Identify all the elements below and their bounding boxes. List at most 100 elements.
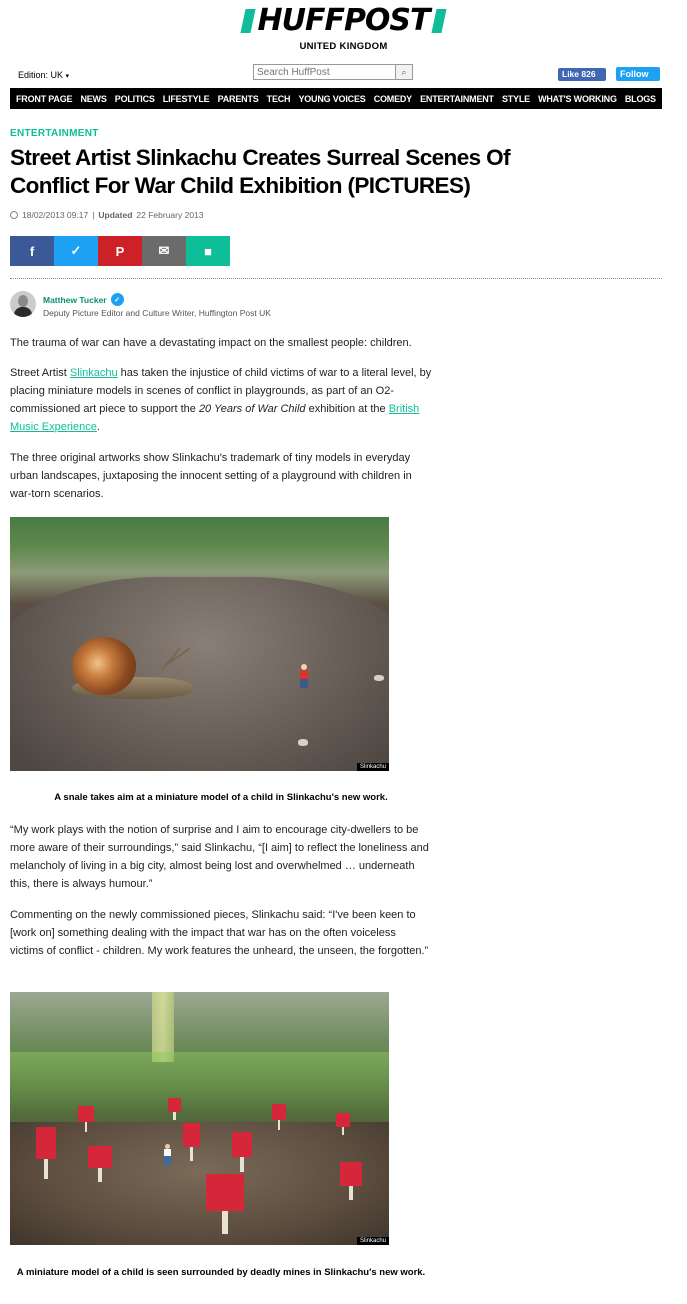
sign-board <box>36 1127 56 1160</box>
sign-stick <box>240 1156 244 1172</box>
sign-stick <box>173 1111 176 1120</box>
mine-sign <box>36 1127 56 1179</box>
author-role: Deputy Picture Editor and Culture Writer… <box>43 308 271 318</box>
pinterest-icon: P <box>115 243 125 259</box>
email-share-button[interactable]: ✉ <box>142 236 186 266</box>
caret-down-icon: ▾ <box>65 73 70 80</box>
paragraph-artist: Street Artist Slinkachu has taken the in… <box>10 364 432 436</box>
edition-subtitle: UNITED KINGDOM <box>299 41 388 52</box>
sign-board <box>88 1146 112 1169</box>
paragraph-text: Street Artist <box>10 367 70 379</box>
updated-label: Updated <box>98 210 133 220</box>
divider <box>10 278 662 279</box>
avatar-face <box>18 295 28 307</box>
nav-item-entertainment[interactable]: ENTERTAINMENT <box>420 94 494 104</box>
photo-snail[interactable]: Slinkachu <box>10 517 389 771</box>
mine-sign <box>168 1098 181 1120</box>
author-name-row: Matthew Tucker ✓ <box>43 293 271 306</box>
author-name[interactable]: Matthew Tucker <box>43 295 107 305</box>
twitter-icon[interactable]: ✓ <box>110 293 124 306</box>
paragraph-artworks: The three original artworks show Slinkac… <box>10 452 412 500</box>
nav-item-politics[interactable]: POLITICS <box>115 94 155 104</box>
article-category[interactable]: ENTERTAINMENT <box>10 128 99 139</box>
mine-sign <box>232 1132 252 1172</box>
nav-item-style[interactable]: STYLE <box>502 94 530 104</box>
figure-torso <box>300 670 308 679</box>
sign-board <box>336 1113 350 1127</box>
nav-item-tech[interactable]: TECH <box>267 94 291 104</box>
share-bar: f ✓ P ✉ ■ <box>10 236 230 266</box>
sign-board <box>340 1162 362 1186</box>
updated-date: 22 February 2013 <box>136 210 204 220</box>
nav-item-news[interactable]: NEWS <box>80 94 106 104</box>
paragraph-text: . <box>96 421 100 433</box>
nav-item-blogs[interactable]: BLOGS <box>625 94 656 104</box>
main-nav: FRONT PAGE NEWS POLITICS LIFESTYLE PAREN… <box>10 88 662 109</box>
photo-caption: A miniature model of a child is seen sur… <box>16 1267 426 1278</box>
twitter-icon: ✓ <box>70 243 82 258</box>
sign-stick <box>189 1146 194 1161</box>
search-input[interactable] <box>254 65 395 79</box>
sign-board <box>232 1132 252 1157</box>
sign-stick <box>277 1120 281 1130</box>
comment-icon: ■ <box>204 243 212 259</box>
twitter-follow-button[interactable]: Follow <box>616 67 660 81</box>
sign-board <box>272 1104 286 1121</box>
avatar-body <box>14 307 32 317</box>
mine-sign <box>88 1146 112 1182</box>
twitter-share-button[interactable]: ✓ <box>54 236 98 266</box>
snail-shell <box>72 637 136 695</box>
paragraph-comment: Commenting on the newly commissioned pie… <box>10 909 429 957</box>
mine-sign <box>340 1162 362 1200</box>
comment-button[interactable]: ■ <box>186 236 230 266</box>
edition-selector[interactable]: Edition: UK ▾ <box>18 70 69 80</box>
sign-stick <box>341 1126 345 1135</box>
nav-item-comedy[interactable]: COMEDY <box>374 94 413 104</box>
pebble <box>298 739 308 746</box>
photo-credit: Slinkachu <box>356 1237 389 1245</box>
sign-board <box>78 1106 94 1123</box>
link-slinkachu[interactable]: Slinkachu <box>70 367 118 379</box>
huffpost-logo[interactable]: HUFFPOST <box>240 6 447 36</box>
search-box[interactable]: ⌕ <box>253 64 413 80</box>
nav-item-lifestyle[interactable]: LIFESTYLE <box>163 94 210 104</box>
nav-item-parents[interactable]: PARENTS <box>218 94 259 104</box>
date-separator: | <box>92 210 95 220</box>
miniature-child-figure <box>299 664 309 688</box>
photo-ground <box>10 577 389 771</box>
miniature-child-figure <box>163 1144 171 1166</box>
author-meta: Matthew Tucker ✓ Deputy Picture Editor a… <box>43 291 271 318</box>
article-dates: 18/02/2013 09:17 | Updated 22 February 2… <box>10 210 204 220</box>
published-date: 18/02/2013 09:17 <box>22 210 89 220</box>
nav-item-young-voices[interactable]: YOUNG VOICES <box>298 94 365 104</box>
clock-icon <box>10 211 18 219</box>
photo-mines[interactable]: Slinkachu <box>10 992 389 1245</box>
facebook-icon: f <box>29 243 35 259</box>
pebble <box>374 675 384 681</box>
paragraph-text: exhibition at the <box>305 403 389 415</box>
nav-item-front-page[interactable]: FRONT PAGE <box>16 94 73 104</box>
email-icon: ✉ <box>158 243 170 258</box>
pinterest-share-button[interactable]: P <box>98 236 142 266</box>
facebook-share-button[interactable]: f <box>10 236 54 266</box>
exhibition-title: 20 Years of War Child <box>198 403 306 415</box>
figure-legs <box>163 1156 171 1165</box>
photo-grass <box>10 1052 389 1112</box>
author-byline: Matthew Tucker ✓ Deputy Picture Editor a… <box>10 291 271 318</box>
paragraph-quote: “My work plays with the notion of surpri… <box>10 824 429 890</box>
mine-sign <box>206 1174 244 1234</box>
nav-item-whats-working[interactable]: WHAT'S WORKING <box>538 94 617 104</box>
site-header: HUFFPOST UNITED KINGDOM <box>0 6 687 52</box>
sign-board <box>206 1174 244 1212</box>
paragraph-intro: The trauma of war can have a devastating… <box>10 337 412 349</box>
photo-caption: A snale takes aim at a miniature model o… <box>54 792 388 803</box>
author-avatar[interactable] <box>10 291 36 317</box>
sign-board <box>183 1123 200 1147</box>
mine-sign <box>183 1123 200 1161</box>
article-headline: Street Artist Slinkachu Creates Surreal … <box>10 145 511 198</box>
search-icon[interactable]: ⌕ <box>395 65 412 79</box>
sign-stick <box>44 1159 48 1179</box>
facebook-like-button[interactable]: Like 826 <box>558 68 606 81</box>
mine-sign <box>78 1106 94 1132</box>
sign-stick <box>84 1122 88 1132</box>
